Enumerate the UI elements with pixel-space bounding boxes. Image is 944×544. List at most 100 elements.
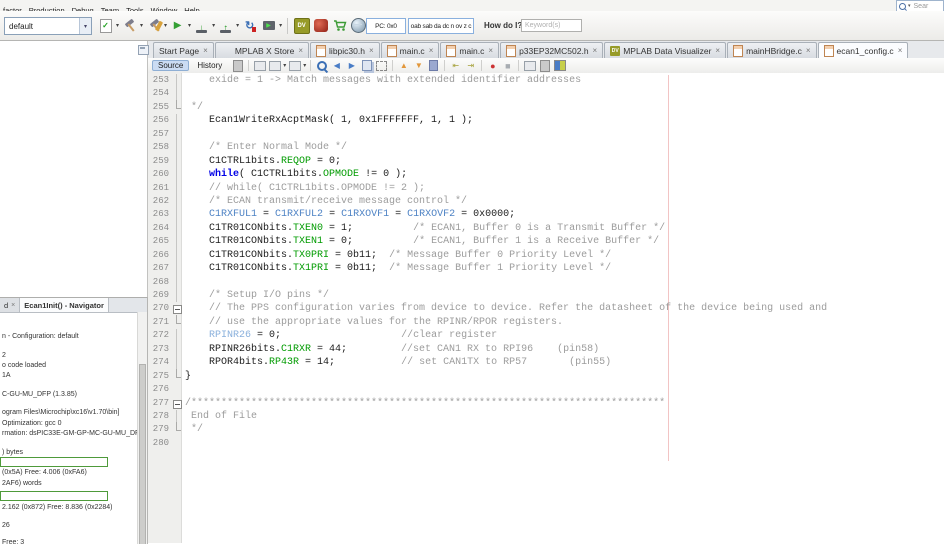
line-number[interactable]: 270 bbox=[148, 302, 171, 315]
line-number[interactable]: 261 bbox=[148, 182, 171, 195]
tab-main-c[interactable]: main.c × bbox=[440, 42, 500, 58]
line-number[interactable]: 269 bbox=[148, 289, 171, 302]
line-number[interactable]: 259 bbox=[148, 155, 171, 168]
run-icon[interactable]: ▶ bbox=[169, 16, 186, 35]
clean-build-icon[interactable] bbox=[145, 16, 163, 35]
find-icon[interactable] bbox=[315, 59, 328, 72]
code-line[interactable]: 258 /* Enter Normal Mode */ bbox=[148, 141, 944, 156]
code-line[interactable]: 269 /* Setup I/O pins */ bbox=[148, 289, 944, 303]
diff-icon[interactable] bbox=[553, 59, 566, 72]
close-icon[interactable]: × bbox=[11, 302, 15, 309]
line-number[interactable]: 254 bbox=[148, 87, 171, 100]
close-icon[interactable]: × bbox=[898, 46, 903, 55]
close-icon[interactable]: × bbox=[429, 46, 434, 55]
line-number[interactable]: 277 bbox=[148, 397, 171, 410]
line-number[interactable]: 280 bbox=[148, 437, 171, 450]
macros-dropdown-icon[interactable] bbox=[288, 59, 301, 72]
line-number[interactable]: 274 bbox=[148, 356, 171, 369]
program-device-icon[interactable]: ↓ bbox=[193, 16, 210, 35]
tab-libpic30-h[interactable]: libpic30.h × bbox=[310, 42, 380, 58]
tab-mainhbridge-c[interactable]: mainHBridge.c × bbox=[727, 42, 817, 58]
code-line[interactable]: 272 RPINR26 = 0; //clear register bbox=[148, 329, 944, 344]
line-number[interactable]: 268 bbox=[148, 276, 171, 289]
store-cart-icon[interactable] bbox=[331, 16, 348, 35]
code-line[interactable]: 278 End of File bbox=[148, 409, 944, 424]
forward-icon[interactable]: ▶ bbox=[345, 59, 358, 72]
code-line[interactable]: 275} bbox=[148, 368, 944, 383]
code-line[interactable]: 259 C1CTRL1bits.REQOP = 0; bbox=[148, 154, 944, 169]
line-number[interactable]: 260 bbox=[148, 168, 171, 181]
code-line[interactable]: 262 /* ECAN transmit/receive message con… bbox=[148, 194, 944, 209]
line-number[interactable]: 255 bbox=[148, 101, 171, 114]
line-number[interactable]: 279 bbox=[148, 423, 171, 436]
next-bookmark-icon[interactable]: ▼ bbox=[412, 59, 425, 72]
scrollbar-thumb[interactable] bbox=[139, 364, 146, 544]
code-line[interactable]: 270 // The PPS configuration varies from… bbox=[148, 302, 944, 315]
browser-icon[interactable] bbox=[350, 16, 367, 35]
uncomment-icon[interactable] bbox=[538, 59, 551, 72]
line-number[interactable]: 272 bbox=[148, 329, 171, 342]
code-line[interactable]: 264 C1TR01CONbits.TXEN0 = 1; /* ECAN1, B… bbox=[148, 221, 944, 236]
tab-ecan1-config-c[interactable]: ecan1_config.c × bbox=[817, 42, 909, 58]
line-number[interactable]: 256 bbox=[148, 114, 171, 127]
line-number[interactable]: 257 bbox=[148, 128, 171, 141]
comment-icon[interactable] bbox=[523, 59, 536, 72]
status-flags-box[interactable]: oab sab da dc n ov z c bbox=[408, 18, 474, 34]
line-number[interactable]: 263 bbox=[148, 208, 171, 221]
close-icon[interactable]: × bbox=[298, 46, 303, 55]
code-line[interactable]: 277 /************************************… bbox=[148, 397, 944, 410]
tab-main-c[interactable]: main.c × bbox=[380, 42, 440, 58]
navigator-scrollbar[interactable] bbox=[137, 312, 147, 544]
last-edit-icon[interactable] bbox=[231, 59, 244, 72]
line-number[interactable]: 276 bbox=[148, 383, 171, 396]
line-number[interactable]: 258 bbox=[148, 141, 171, 154]
close-icon[interactable]: × bbox=[369, 46, 374, 55]
code-line[interactable]: 267 C1TR01CONbits.TX1PRI = 0b11; /* Mess… bbox=[148, 262, 944, 277]
back-icon[interactable]: ◀ bbox=[330, 59, 343, 72]
previous-bookmark-icon[interactable]: ▲ bbox=[397, 59, 410, 72]
line-number[interactable]: 264 bbox=[148, 222, 171, 235]
close-icon[interactable]: × bbox=[593, 46, 598, 55]
tab-mplab-data-visualizer[interactable]: DV MPLAB Data Visualizer × bbox=[604, 42, 727, 58]
configuration-select[interactable]: default ▾ bbox=[4, 17, 92, 35]
highlight-pairs-icon[interactable] bbox=[360, 59, 373, 72]
line-number[interactable]: 253 bbox=[148, 74, 171, 87]
open-document-icon[interactable] bbox=[253, 59, 266, 72]
tab-navigator[interactable]: Ecan1Init() - Navigator bbox=[20, 298, 109, 312]
code-line[interactable]: 260 while( C1CTRL1bits.OPMODE != 0 ); bbox=[148, 168, 944, 182]
code-line[interactable]: 255 */ bbox=[148, 99, 944, 114]
build-hammer-icon[interactable] bbox=[121, 16, 138, 35]
attach-debugger-icon[interactable]: ▶ bbox=[260, 16, 277, 35]
line-number[interactable]: 275 bbox=[148, 370, 171, 383]
shift-right-icon[interactable]: ⇥ bbox=[464, 59, 477, 72]
line-number[interactable]: 278 bbox=[148, 410, 171, 423]
code-line[interactable]: 271 // use the appropriate values for th… bbox=[148, 314, 944, 329]
code-line[interactable]: 279 */ bbox=[148, 422, 944, 436]
toggle-bookmark-icon[interactable] bbox=[427, 59, 440, 72]
code-line[interactable]: 257 bbox=[148, 127, 944, 142]
code-editor[interactable]: 253 exide = 1 -> Match messages with ext… bbox=[148, 73, 944, 543]
line-number[interactable]: 262 bbox=[148, 195, 171, 208]
line-number[interactable]: 266 bbox=[148, 249, 171, 262]
line-number[interactable]: 273 bbox=[148, 343, 171, 356]
line-number[interactable]: 271 bbox=[148, 316, 171, 329]
code-line[interactable]: 265 C1TR01CONbits.TXEN1 = 0; /* ECAN1, B… bbox=[148, 235, 944, 250]
refresh-debug-icon[interactable]: ↻ bbox=[241, 16, 258, 35]
tab-p33ep32mc502-h[interactable]: p33EP32MC502.h × bbox=[500, 42, 604, 58]
rectangular-selection-icon[interactable] bbox=[375, 59, 388, 72]
close-icon[interactable]: × bbox=[203, 46, 208, 55]
project-config-icon[interactable]: ✓ bbox=[97, 16, 114, 35]
discover-icon[interactable] bbox=[312, 16, 329, 35]
fold-marker[interactable] bbox=[171, 302, 183, 315]
code-line[interactable]: 280 bbox=[148, 437, 944, 450]
fold-marker[interactable] bbox=[171, 397, 183, 410]
code-line[interactable]: 266 C1TR01CONbits.TX0PRI = 0b11; /* Mess… bbox=[148, 248, 944, 263]
code-line[interactable]: 261 // while( C1CTRL1bits.OPMODE != 2 ); bbox=[148, 181, 944, 196]
code-line[interactable]: 274 RPOR4bits.RP43R = 14; // set CAN1TX … bbox=[148, 356, 944, 371]
tab-start-page[interactable]: Start Page × bbox=[153, 42, 214, 58]
dock-minimize-icon[interactable] bbox=[138, 45, 149, 55]
history-view-button[interactable]: History bbox=[191, 60, 228, 71]
read-device-icon[interactable]: ↑ bbox=[217, 16, 234, 35]
tab-mplab-x-store[interactable]: MPLAB X Store × bbox=[214, 42, 310, 58]
stop-macro-icon[interactable]: ■ bbox=[501, 59, 514, 72]
